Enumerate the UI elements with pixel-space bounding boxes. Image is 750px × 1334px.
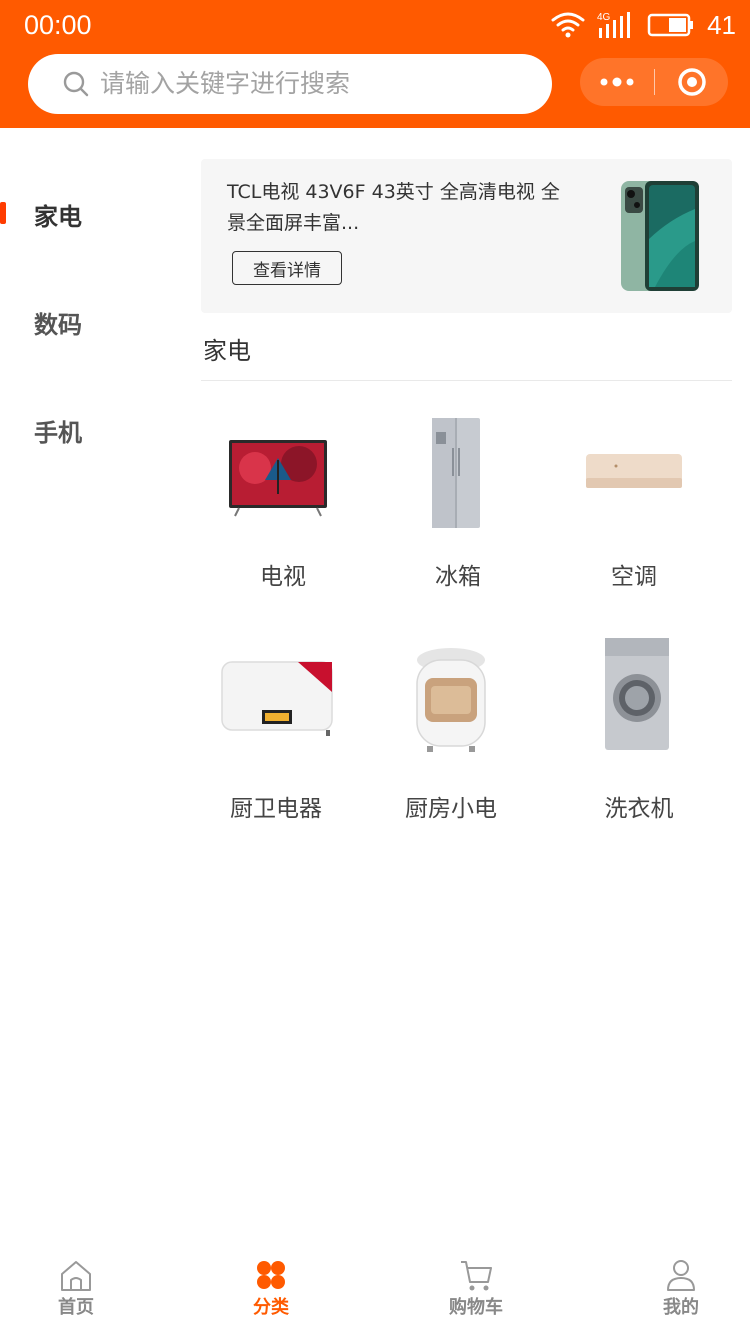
sidebar-item-appliances[interactable]: 家电 xyxy=(0,160,190,268)
category-page: 00:00 4G 41 请输入关键字进行搜索 家电 数码 手机 TCL电视 43… xyxy=(0,0,750,1334)
air-conditioner-image xyxy=(586,454,682,488)
rice-cooker-image xyxy=(416,648,486,752)
search-icon xyxy=(63,71,89,97)
active-indicator xyxy=(0,202,6,224)
category-item-washing-machine[interactable]: 洗衣机 xyxy=(551,630,727,840)
water-heater-image xyxy=(221,661,333,736)
tab-category[interactable]: 分类 xyxy=(211,1256,331,1332)
search-placeholder: 请输入关键字进行搜索 xyxy=(100,69,351,98)
tab-label: 我的 xyxy=(663,1297,699,1318)
phone-product-image xyxy=(621,181,699,291)
signal-icon: 4G xyxy=(597,12,631,38)
washing-machine-image xyxy=(605,638,669,750)
tab-profile[interactable]: 我的 xyxy=(621,1256,741,1332)
status-time: 00:00 xyxy=(24,10,92,40)
battery-icon xyxy=(647,13,694,37)
home-icon xyxy=(61,1261,91,1291)
bottom-tab-bar: 首页 分类 购物车 我的 xyxy=(0,1248,750,1334)
status-bar: 00:00 4G 41 xyxy=(0,0,750,50)
tab-label: 分类 xyxy=(253,1297,289,1318)
tab-cart[interactable]: 购物车 xyxy=(416,1256,536,1332)
network-type: 4G xyxy=(597,12,611,23)
header: 00:00 4G 41 请输入关键字进行搜索 xyxy=(0,0,750,128)
fridge-image xyxy=(432,418,480,528)
category-label: 厨房小电 xyxy=(405,796,497,822)
promo-banner[interactable]: TCL电视 43V6F 43英寸 全高清电视 全景全面屏丰富... 查看详情 xyxy=(201,159,732,313)
status-icons: 4G 41 xyxy=(551,8,736,42)
category-label: 空调 xyxy=(611,564,657,590)
mini-program-capsule xyxy=(580,58,728,106)
sidebar-item-phones[interactable]: 手机 xyxy=(0,376,190,484)
tab-home[interactable]: 首页 xyxy=(16,1256,136,1332)
banner-title: TCL电视 43V6F 43英寸 全高清电视 全景全面屏丰富... xyxy=(227,181,560,234)
category-item-air-conditioner[interactable]: 空调 xyxy=(546,398,722,608)
tab-label: 购物车 xyxy=(449,1297,503,1318)
category-label: 洗衣机 xyxy=(604,796,674,822)
tv-image xyxy=(229,440,327,517)
close-button[interactable] xyxy=(655,58,728,106)
section-title: 家电 xyxy=(203,337,251,365)
sidebar-item-digital[interactable]: 数码 xyxy=(0,268,190,376)
tab-label: 首页 xyxy=(58,1297,94,1318)
wifi-icon xyxy=(551,12,585,38)
more-dots-icon xyxy=(600,77,634,87)
battery-level: 41 xyxy=(707,10,736,40)
sidebar-item-label: 家电 xyxy=(34,202,82,231)
section-divider xyxy=(201,380,732,381)
category-item-tv[interactable]: 电视 xyxy=(195,398,371,608)
sidebar-item-label: 数码 xyxy=(34,310,82,339)
user-icon xyxy=(667,1260,695,1291)
category-item-kitchen-bath[interactable]: 厨卫电器 xyxy=(188,630,364,840)
category-sidebar: 家电 数码 手机 xyxy=(0,128,190,484)
cart-icon xyxy=(461,1261,492,1291)
category-label: 冰箱 xyxy=(435,564,481,590)
category-label: 厨卫电器 xyxy=(230,796,322,822)
category-label: 电视 xyxy=(260,564,306,590)
sidebar-item-label: 手机 xyxy=(34,418,82,447)
search-input[interactable]: 请输入关键字进行搜索 xyxy=(28,54,552,114)
target-icon xyxy=(677,68,706,96)
category-item-small-kitchen[interactable]: 厨房小电 xyxy=(363,630,539,840)
view-details-button[interactable]: 查看详情 xyxy=(232,251,342,285)
category-icon xyxy=(257,1261,285,1289)
category-item-fridge[interactable]: 冰箱 xyxy=(370,398,546,608)
more-button[interactable] xyxy=(580,58,654,106)
